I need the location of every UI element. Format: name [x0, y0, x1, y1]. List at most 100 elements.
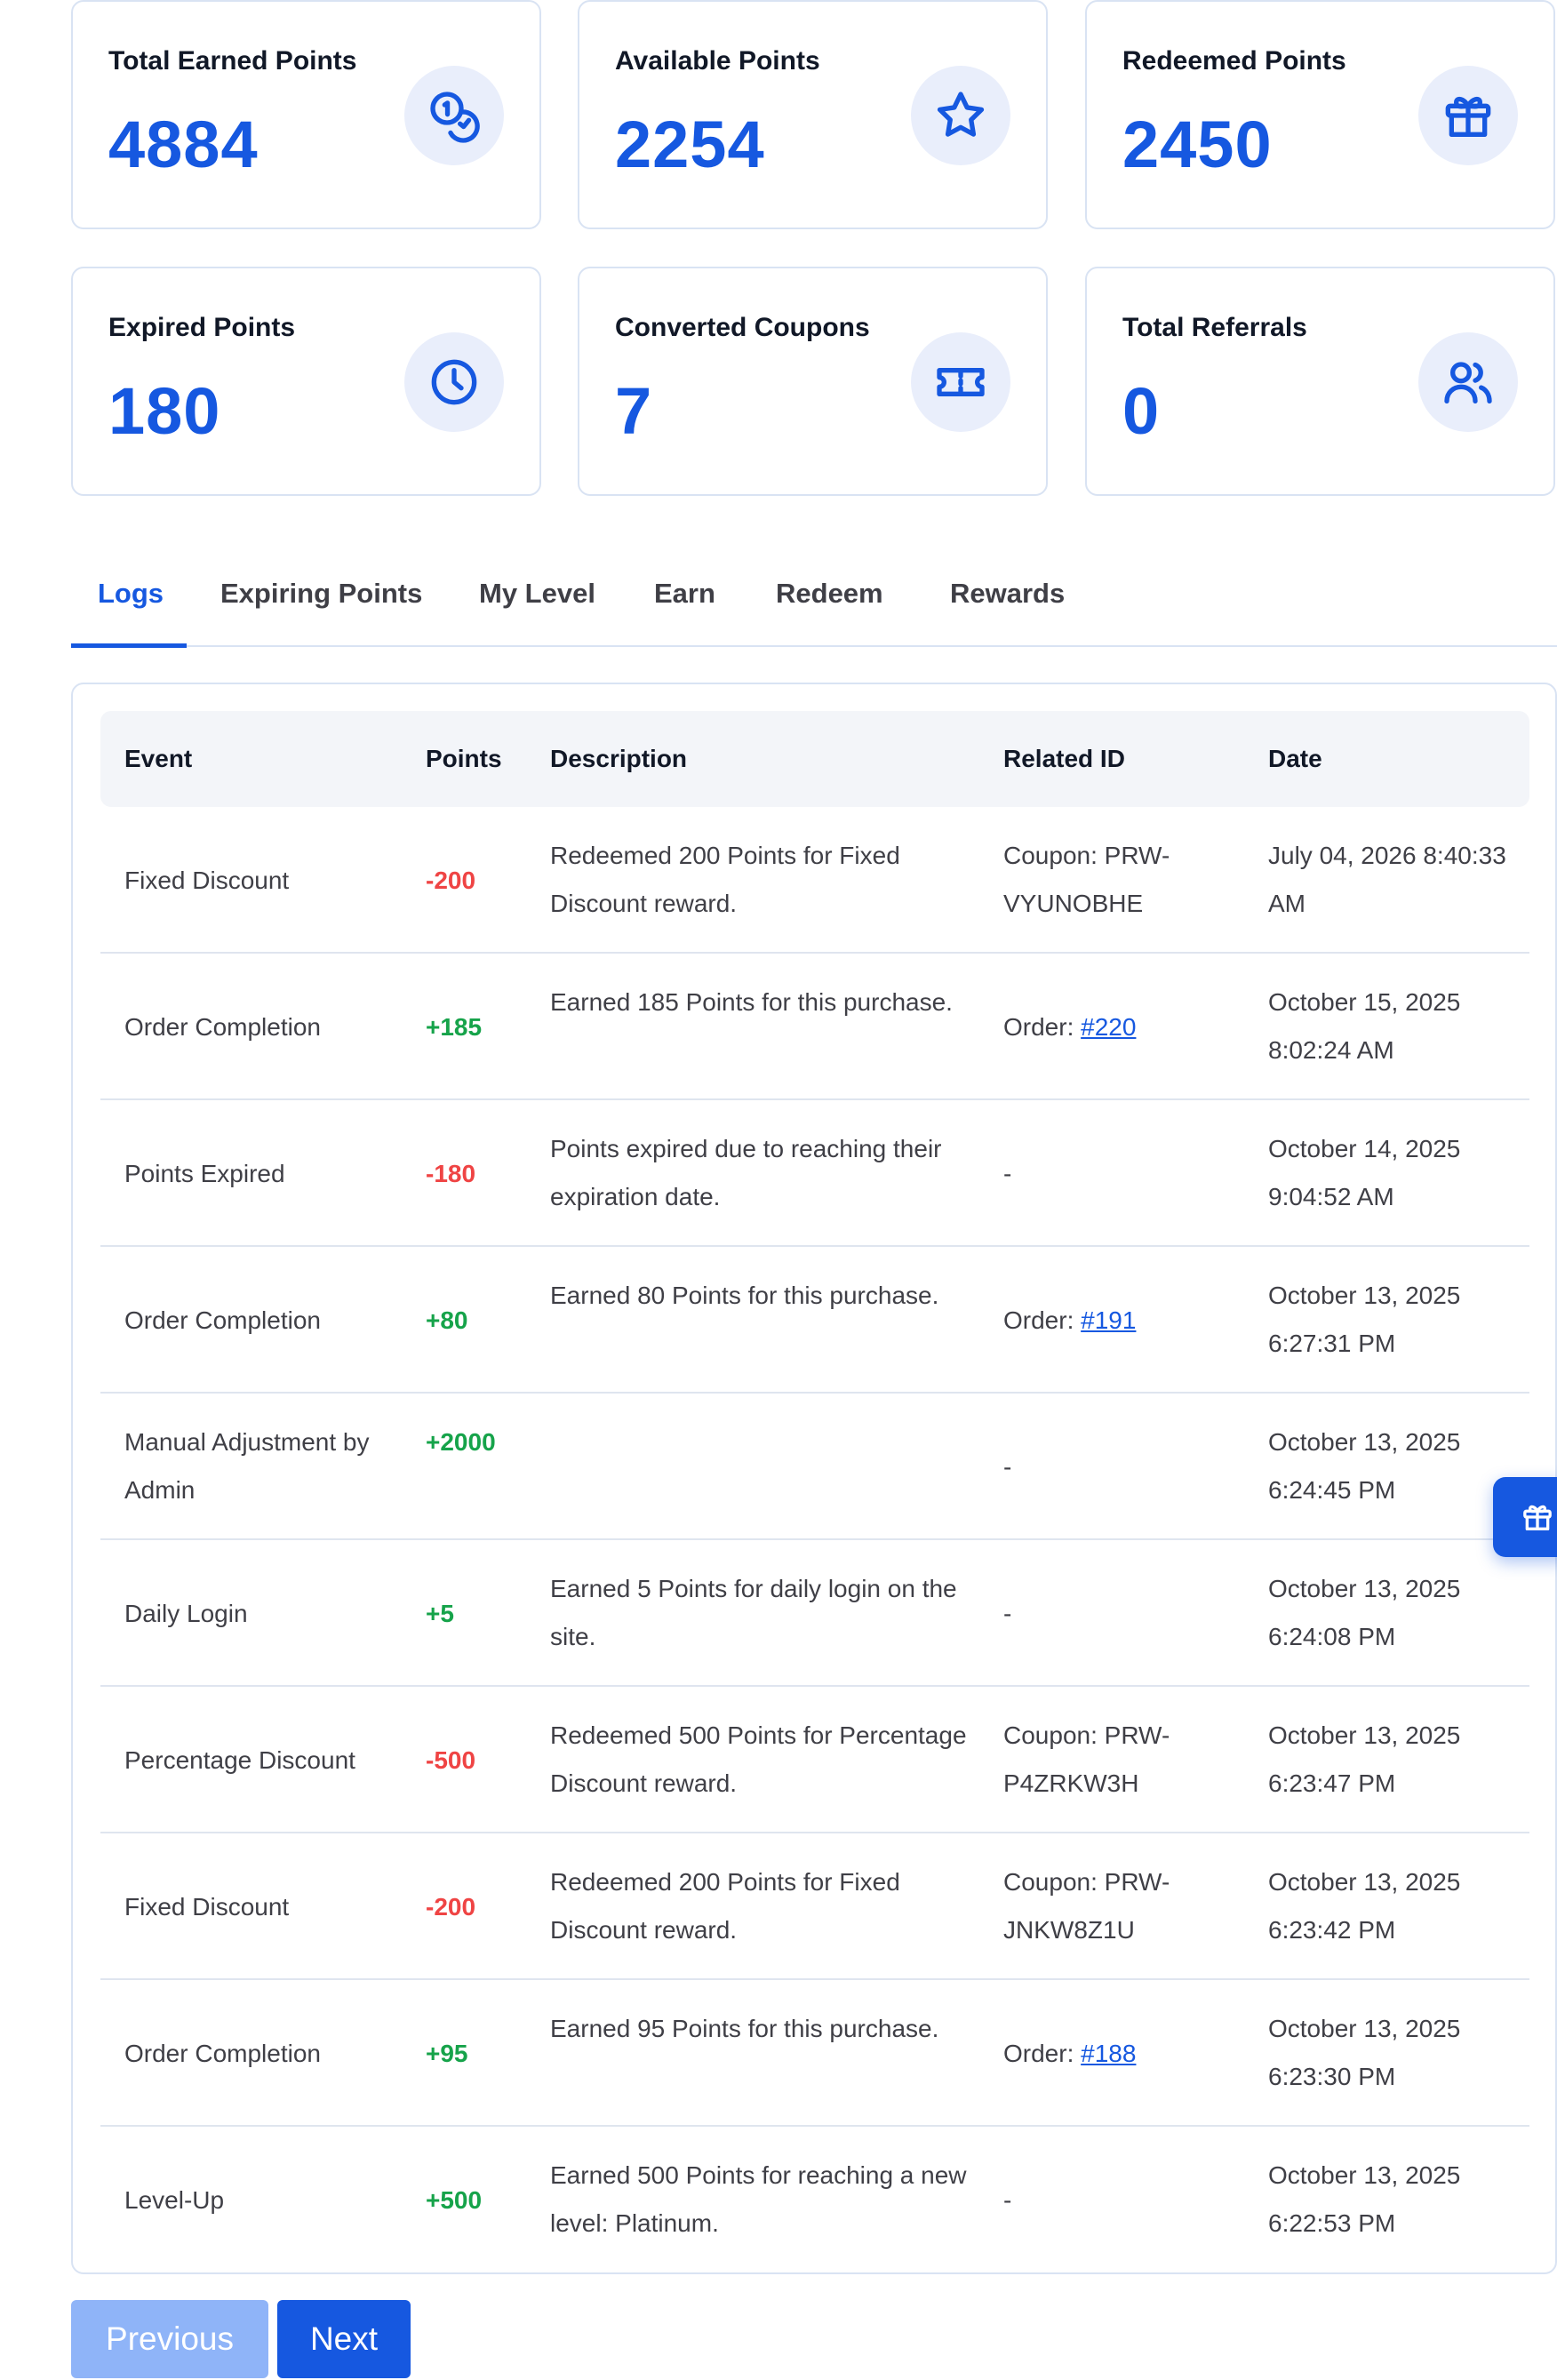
event-cell: Manual Adjustment by Admin [124, 1428, 370, 1504]
ticket-icon [911, 332, 1010, 432]
related-id-cell: - [1003, 1600, 1012, 1627]
table-header: Event Points Description Related ID Date [100, 711, 1529, 807]
points-cell: +185 [426, 1013, 483, 1041]
description-cell: Redeemed 500 Points for Percentage Disco… [550, 1721, 967, 1797]
stat-label: Expired Points [108, 313, 296, 342]
order-link[interactable]: #220 [1081, 1013, 1136, 1041]
points-cell: +2000 [426, 1428, 496, 1456]
event-cell: Order Completion [124, 2040, 321, 2067]
points-cell: -180 [426, 1160, 476, 1187]
coins-icon [404, 66, 504, 165]
description-cell: Points expired due to reaching their exp… [550, 1135, 942, 1210]
tab-bar: Logs Expiring Points My Level Earn Redee… [71, 551, 1557, 648]
date-cell: October 13, 2025 6:24:08 PM [1268, 1575, 1461, 1650]
active-tab-indicator [71, 643, 187, 648]
description-cell: Redeemed 200 Points for Fixed Discount r… [550, 842, 900, 917]
related-prefix: Order: [1003, 1013, 1082, 1041]
points-cell: +80 [426, 1306, 468, 1334]
points-cell: -200 [426, 867, 476, 894]
table-row: Points Expired -180 Points expired due t… [100, 1100, 1529, 1247]
description-cell: Earned 500 Points for reaching a new lev… [550, 2161, 967, 2237]
tab-my-level[interactable]: My Level [479, 578, 595, 610]
stat-value: 2450 [1122, 108, 1273, 181]
next-button[interactable]: Next [277, 2300, 411, 2378]
points-cell: +95 [426, 2040, 468, 2067]
column-header-points: Points [426, 745, 502, 772]
stat-card-referrals: Total Referrals 0 [1085, 267, 1555, 496]
tab-logs[interactable]: Logs [98, 578, 164, 610]
stat-label: Total Earned Points [108, 46, 357, 76]
description-cell: Earned 185 Points for this purchase. [550, 988, 953, 1016]
column-header-description: Description [550, 745, 688, 772]
points-cell: +5 [426, 1600, 454, 1627]
stat-card-coupons: Converted Coupons 7 [578, 267, 1048, 496]
date-cell: October 15, 2025 8:02:24 AM [1268, 988, 1461, 1064]
date-cell: October 14, 2025 9:04:52 AM [1268, 1135, 1461, 1210]
stat-value: 2254 [615, 108, 765, 181]
related-id-cell: Order: #188 [1003, 2030, 1217, 2078]
related-id-cell: Coupon: PRW-P4ZRKW3H [1003, 1721, 1170, 1797]
table-row: Manual Adjustment by Admin +2000 - Octob… [100, 1394, 1529, 1540]
previous-button[interactable]: Previous [71, 2300, 268, 2378]
stat-label: Redeemed Points [1122, 46, 1346, 76]
logs-panel: Event Points Description Related ID Date… [71, 683, 1557, 2274]
event-cell: Level-Up [124, 2186, 225, 2214]
date-cell: October 13, 2025 6:23:42 PM [1268, 1868, 1461, 1944]
order-link[interactable]: #191 [1081, 1306, 1136, 1334]
table-row: Order Completion +80 Earned 80 Points fo… [100, 1247, 1529, 1394]
related-id-cell: Order: #191 [1003, 1297, 1217, 1345]
date-cell: October 13, 2025 6:22:53 PM [1268, 2161, 1461, 2237]
event-cell: Order Completion [124, 1013, 321, 1041]
table-row: Fixed Discount -200 Redeemed 200 Points … [100, 807, 1529, 954]
event-cell: Fixed Discount [124, 867, 290, 894]
related-prefix: Order: [1003, 1306, 1082, 1334]
table-row: Percentage Discount -500 Redeemed 500 Po… [100, 1687, 1529, 1833]
description-cell: Earned 5 Points for daily login on the s… [550, 1575, 957, 1650]
points-cell: +500 [426, 2186, 483, 2214]
stat-label: Total Referrals [1122, 313, 1307, 342]
gift-icon [1418, 66, 1518, 165]
gift-icon [1523, 1505, 1552, 1530]
stat-card-redeemed: Redeemed Points 2450 [1085, 0, 1555, 229]
event-cell: Points Expired [124, 1160, 285, 1187]
event-cell: Percentage Discount [124, 1746, 355, 1774]
column-header-related-id: Related ID [1003, 745, 1125, 772]
floating-rewards-button[interactable] [1493, 1477, 1557, 1557]
tab-redeem[interactable]: Redeem [776, 578, 883, 610]
order-link[interactable]: #188 [1081, 2040, 1136, 2067]
related-id-cell: Coupon: PRW-JNKW8Z1U [1003, 1868, 1170, 1944]
table-row: Order Completion +95 Earned 95 Points fo… [100, 1980, 1529, 2127]
event-cell: Daily Login [124, 1600, 248, 1627]
related-id-cell: - [1003, 1453, 1012, 1481]
date-cell: October 13, 2025 6:23:47 PM [1268, 1721, 1461, 1797]
date-cell: July 04, 2026 8:40:33 AM [1268, 842, 1506, 917]
tab-expiring-points[interactable]: Expiring Points [220, 578, 422, 610]
related-id-cell: Coupon: PRW-VYUNOBHE [1003, 842, 1170, 917]
date-cell: October 13, 2025 6:27:31 PM [1268, 1282, 1461, 1357]
stat-label: Converted Coupons [615, 313, 870, 342]
table-row: Fixed Discount -200 Redeemed 200 Points … [100, 1833, 1529, 1980]
stat-value: 4884 [108, 108, 259, 181]
description-cell: Earned 95 Points for this purchase. [550, 2015, 939, 2042]
table-row: Level-Up +500 Earned 500 Points for reac… [100, 2127, 1529, 2273]
description-cell: Redeemed 200 Points for Fixed Discount r… [550, 1868, 900, 1944]
tab-rewards[interactable]: Rewards [950, 578, 1065, 610]
event-cell: Fixed Discount [124, 1893, 290, 1921]
description-cell: Earned 80 Points for this purchase. [550, 1282, 939, 1309]
star-icon [911, 66, 1010, 165]
stat-value: 7 [615, 374, 653, 448]
points-cell: -500 [426, 1746, 476, 1774]
date-cell: October 13, 2025 6:23:30 PM [1268, 2015, 1461, 2090]
related-id-cell: Order: #220 [1003, 1003, 1217, 1051]
related-id-cell: - [1003, 2186, 1012, 2214]
table-row: Daily Login +5 Earned 5 Points for daily… [100, 1540, 1529, 1687]
stat-value: 0 [1122, 374, 1161, 448]
table-row: Order Completion +185 Earned 185 Points … [100, 954, 1529, 1100]
stat-card-available: Available Points 2254 [578, 0, 1048, 229]
related-id-cell: - [1003, 1160, 1012, 1187]
stat-card-expired: Expired Points 180 [71, 267, 541, 496]
stat-card-total-earned: Total Earned Points 4884 [71, 0, 541, 229]
users-icon [1418, 332, 1518, 432]
tab-earn[interactable]: Earn [654, 578, 715, 610]
clock-icon [404, 332, 504, 432]
